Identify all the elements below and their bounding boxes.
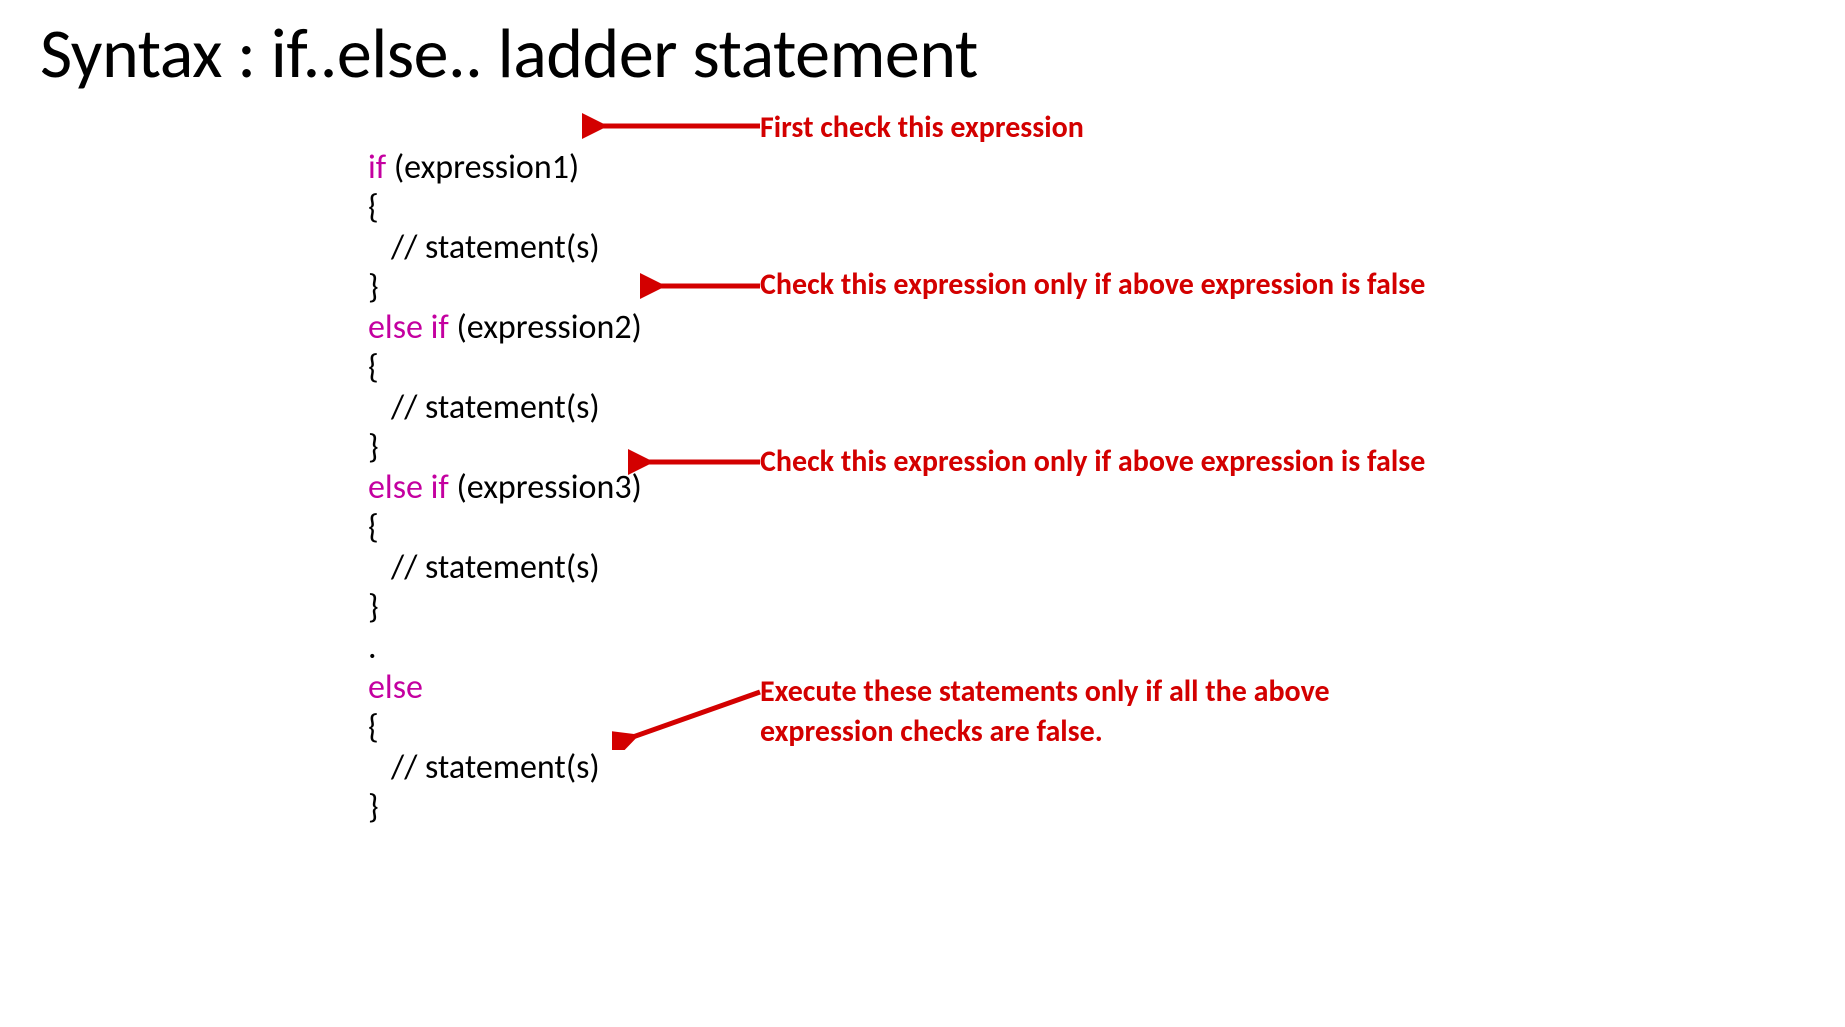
code-line-12: } (368, 587, 379, 628)
code-line-3: // statement(s) (368, 227, 600, 268)
code-line-15: { (368, 707, 379, 748)
keyword-if: if (368, 147, 386, 188)
annotation-4: Execute these statements only if all the… (760, 672, 1440, 752)
expr1: (expression1) (386, 147, 579, 188)
code-line-13: . (368, 627, 377, 668)
code-line-8: } (368, 427, 379, 468)
code-line-14: else (368, 667, 423, 708)
code-line-9: else if (expression3) (368, 467, 642, 508)
code-block: if (expression1) { // statement(s) } els… (368, 108, 642, 828)
keyword-elseif-2: else if (368, 467, 449, 508)
arrow-3 (628, 444, 762, 480)
keyword-elseif-1: else if (368, 307, 449, 348)
expr2: (expression2) (449, 307, 642, 348)
code-line-2: { (368, 187, 379, 228)
code-line-7: // statement(s) (368, 387, 600, 428)
annotation-1: First check this expression (760, 108, 1460, 148)
slide-title: Syntax : if..else.. ladder statement (40, 10, 978, 96)
code-line-4: } (368, 267, 379, 308)
expr3: (expression3) (449, 467, 642, 508)
annotation-3: Check this expression only if above expr… (760, 442, 1460, 482)
code-line-10: { (368, 507, 379, 548)
code-line-1: if (expression1) (368, 147, 579, 188)
arrow-2 (640, 268, 762, 304)
keyword-else: else (368, 667, 423, 708)
code-line-16: // statement(s) (368, 747, 600, 788)
code-line-5: else if (expression2) (368, 307, 642, 348)
code-line-6: { (368, 347, 379, 388)
code-line-11: // statement(s) (368, 547, 600, 588)
code-line-17: } (368, 787, 379, 828)
annotation-2: Check this expression only if above expr… (760, 265, 1440, 305)
slide: Syntax : if..else.. ladder statement if … (0, 0, 1845, 1027)
